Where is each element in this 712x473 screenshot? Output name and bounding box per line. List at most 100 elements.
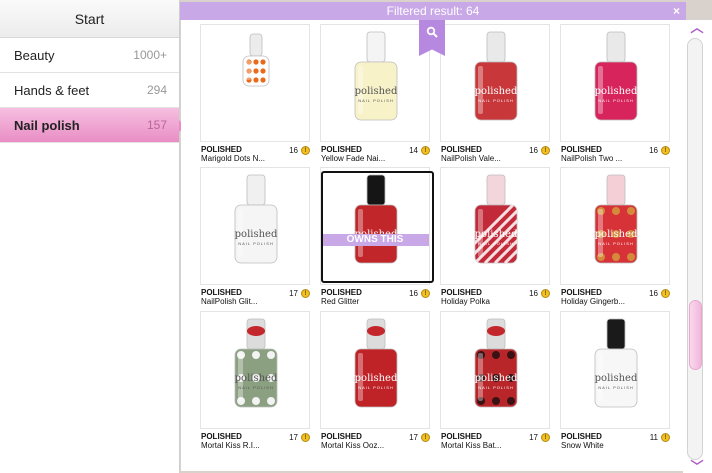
product-price: 17!	[289, 433, 310, 442]
scroll-thumb[interactable]	[689, 300, 702, 370]
scrollbar[interactable]: ︿ ﹀	[683, 20, 712, 473]
product-thumbnail[interactable]: polished NAIL POLISH	[560, 311, 670, 429]
close-icon[interactable]: ×	[673, 2, 680, 20]
product-card[interactable]: polished NAIL POLISH POLISHED Holiday Ginge…	[560, 167, 670, 308]
product-thumbnail[interactable]: polished NAIL POLISH	[440, 167, 550, 285]
filter-result-bar: Filtered result: 64 ×	[180, 2, 686, 20]
bottle-brand-label: polished	[234, 229, 278, 241]
product-thumbnail[interactable]: polished NAIL POLISH	[560, 167, 670, 285]
sidebar-item-label: Beauty	[14, 47, 55, 63]
bottle-brand-label: polished	[474, 86, 518, 98]
sidebar-item-nail-polish[interactable]: Nail polish 157	[0, 108, 185, 143]
product-name: Holiday Polka	[441, 297, 490, 306]
bottle-sub-label: NAIL POLISH	[478, 98, 514, 104]
product-brand: POLISHED	[321, 288, 362, 297]
product-card[interactable]: POLISHED Marigold Dots N... 16!	[200, 24, 310, 165]
product-card[interactable]: polished NAIL POLISH POLISHED Yellow Fade N…	[320, 24, 430, 165]
bottle-sub-label: NAIL POLISH	[238, 241, 274, 247]
coin-icon: !	[541, 289, 550, 298]
product-thumbnail[interactable]: polished NAIL POLISH	[440, 24, 550, 142]
nail-polish-bottle-icon	[354, 31, 398, 121]
sidebar-item-count: 1000+	[133, 48, 167, 62]
product-brand: POLISHED	[321, 432, 362, 441]
nail-polish-bottle-icon	[594, 31, 638, 121]
product-name: Mortal Kiss R.I...	[201, 441, 260, 450]
product-thumbnail[interactable]: polished NAIL POLISH	[320, 311, 430, 429]
bottle-sub-label: NAIL POLISH	[358, 385, 394, 391]
price-value: 11	[649, 433, 658, 442]
bottle-brand-label: polished	[354, 86, 398, 98]
product-brand: POLISHED	[321, 145, 362, 154]
product-brand: POLISHED	[201, 288, 242, 297]
bottle-brand-label: polished	[474, 229, 518, 241]
product-brand: POLISHED	[441, 432, 482, 441]
product-name: Yellow Fade Nai...	[321, 154, 386, 163]
scroll-down-icon[interactable]: ﹀	[690, 460, 704, 473]
product-thumbnail[interactable]: polished NAIL POLISH	[560, 24, 670, 142]
sidebar-item-hands-feet[interactable]: Hands & feet 294	[0, 73, 179, 108]
product-thumbnail[interactable]: polished NAIL POLISH	[200, 167, 310, 285]
sidebar-item-beauty[interactable]: Beauty 1000+	[0, 38, 179, 73]
product-brand: POLISHED	[561, 145, 602, 154]
product-card[interactable]: polished NAIL POLISH POLISHED NailPolish Gl…	[200, 167, 310, 308]
nail-polish-bottle-icon	[474, 174, 518, 264]
nail-polish-bottle-icon	[242, 33, 270, 87]
product-card[interactable]: polished NAIL POLISH POLISHED Mortal Kiss B…	[440, 311, 550, 452]
product-thumbnail[interactable]: polished NAIL POLISH	[440, 311, 550, 429]
product-price: 16!	[409, 289, 430, 298]
product-brand: POLISHED	[201, 145, 242, 154]
price-value: 17	[409, 433, 418, 442]
price-value: 16	[649, 146, 658, 155]
product-name: Holiday Gingerb...	[561, 297, 626, 306]
product-name: NailPolish Glit...	[201, 297, 258, 306]
sidebar-item-count: 157	[146, 118, 167, 132]
product-thumbnail[interactable]: polished NAIL POLISH	[320, 24, 430, 142]
bottle-brand-label: polished	[594, 86, 638, 98]
product-price: 16!	[649, 289, 670, 298]
sidebar-item-count: 294	[146, 83, 167, 97]
price-value: 16	[289, 146, 298, 155]
nail-polish-bottle-icon	[234, 318, 278, 408]
product-price: 17!	[529, 433, 550, 442]
bottle-sub-label: NAIL POLISH	[478, 385, 514, 391]
product-card[interactable]: polished NAIL POLISH POLISHED Snow White 11!	[560, 311, 670, 452]
bottle-sub-label: NAIL POLISH	[358, 98, 394, 104]
coin-icon: !	[541, 433, 550, 442]
product-card[interactable]: polished NAIL POLISH POLISHED Mortal Kiss O…	[320, 311, 430, 452]
bottle-brand-label: polished	[594, 229, 638, 241]
product-price: 17!	[409, 433, 430, 442]
product-price: 17!	[289, 289, 310, 298]
bottle-sub-label: NAIL POLISH	[598, 98, 634, 104]
coin-icon: !	[661, 289, 670, 298]
coin-icon: !	[421, 289, 430, 298]
price-value: 14	[409, 146, 418, 155]
product-brand: POLISHED	[201, 432, 242, 441]
coin-icon: !	[301, 433, 310, 442]
coin-icon: !	[661, 433, 670, 442]
owned-highlight-frame	[321, 171, 434, 283]
product-brand: POLISHED	[441, 288, 482, 297]
product-card[interactable]: polished NAIL POLISH POLISHED Mortal Kiss R…	[200, 311, 310, 452]
price-value: 16	[409, 289, 418, 298]
price-value: 17	[289, 433, 298, 442]
scroll-track[interactable]	[687, 38, 703, 460]
product-name: Marigold Dots N...	[201, 154, 266, 163]
product-thumbnail[interactable]: polished NAIL POLISH	[200, 311, 310, 429]
coin-icon: !	[661, 146, 670, 155]
product-price: 11!	[650, 433, 670, 442]
product-brand: POLISHED	[561, 432, 602, 441]
product-price: 14!	[409, 146, 430, 155]
product-card[interactable]: polishedNAIL POLISHOWNS THISPOLISHEDRed …	[320, 167, 434, 308]
price-value: 17	[529, 433, 538, 442]
product-name: NailPolish Two ...	[561, 154, 623, 163]
coin-icon: !	[421, 433, 430, 442]
product-card[interactable]: polished NAIL POLISH POLISHED NailPolish Tw…	[560, 24, 670, 165]
product-card[interactable]: polished NAIL POLISH POLISHED NailPolish Va…	[440, 24, 550, 165]
scroll-up-icon[interactable]: ︿	[690, 21, 704, 34]
product-thumbnail[interactable]	[200, 24, 310, 142]
product-price: 16!	[649, 146, 670, 155]
bottle-brand-label: polished	[354, 373, 398, 385]
product-card[interactable]: polished NAIL POLISH POLISHED Holiday Polka…	[440, 167, 550, 308]
sidebar-start-button[interactable]: Start	[0, 0, 179, 38]
bottle-sub-label: NAIL POLISH	[598, 385, 634, 391]
